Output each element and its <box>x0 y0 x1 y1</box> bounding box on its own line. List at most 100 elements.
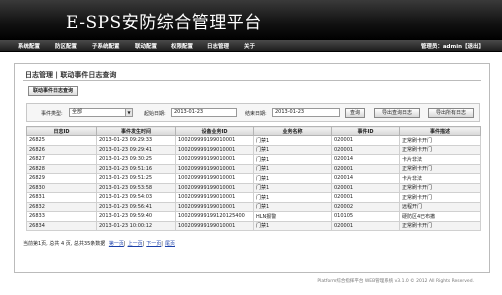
next-page-link[interactable]: 下一页 <box>146 241 161 247</box>
cell-log-id: 26832 <box>26 201 97 212</box>
admin-logout-link[interactable]: 管理员：admin【退出】 <box>421 42 484 50</box>
cell-business-name: 门禁1 <box>253 144 332 155</box>
cell-device-id: 100209999199010001 <box>175 220 254 231</box>
cell-event-desc: 正常刷卡开门 <box>399 182 481 193</box>
first-page-link[interactable]: 第一页 <box>109 241 124 247</box>
pagination-info: 当前第1页, 总共 4 页, 总共35条数据 <box>23 241 106 247</box>
cell-event-time: 2013-01-23 09:56:41 <box>96 201 176 212</box>
start-date-input[interactable]: 2013-01-23 <box>171 108 237 117</box>
table-row[interactable]: 26826 2013-01-23 09:29:41 10020999919901… <box>26 144 481 155</box>
footer-copyright: Platform综合指挥平台 WEB管理系统 v3.1.0 © 2012 All… <box>317 279 474 284</box>
cell-log-id: 26828 <box>26 163 97 174</box>
table-row[interactable]: 26831 2013-01-23 09:54:03 10020999919901… <box>26 192 481 203</box>
cell-event-desc: 正常刷卡开门 <box>399 192 481 203</box>
cell-event-time: 2013-01-23 09:29:33 <box>96 135 176 146</box>
cell-event-time: 2013-01-23 09:51:16 <box>96 163 176 174</box>
linkage-log-query-tab[interactable]: 联动事件日志查询 <box>28 86 79 96</box>
event-log-table: 日志ID 事件发生时间 设备业务ID 业务名称 事件ID 事件描述 26825 … <box>26 126 481 231</box>
cell-event-id: 020001 <box>331 192 400 203</box>
event-type-label: 事件类型: <box>41 111 63 117</box>
col-event-time[interactable]: 事件发生时间 <box>96 126 176 136</box>
breadcrumb: 日志管理 | 联动事件日志查询 <box>25 71 117 79</box>
cell-event-id: 020001 <box>331 144 400 155</box>
cell-device-id: 100209999199010001 <box>175 163 254 174</box>
cell-business-name: 门禁1 <box>253 154 332 165</box>
cell-event-desc: 正常刷卡开门 <box>399 144 481 155</box>
cell-log-id: 26827 <box>26 154 97 165</box>
cell-event-time: 2013-01-23 09:51:25 <box>96 173 176 184</box>
cell-event-time: 2013-01-23 10:00:12 <box>96 220 176 231</box>
cell-device-id: 100209999199010001 <box>175 192 254 203</box>
last-page-link[interactable]: 尾页 <box>165 241 175 247</box>
breadcrumb-divider <box>23 80 481 81</box>
col-business-name[interactable]: 业务名称 <box>253 126 332 136</box>
col-event-id[interactable]: 事件ID <box>331 126 400 136</box>
cell-log-id: 26831 <box>26 192 97 203</box>
main-nav: 系统配置 防区配置 子系统配置 联动配置 权限配置 日志管理 关于 管理员：ad… <box>0 40 502 52</box>
table-row[interactable]: 26828 2013-01-23 09:51:16 10020999919901… <box>26 163 481 174</box>
col-log-id[interactable]: 日志ID <box>26 126 97 136</box>
cell-device-id: 100209999199010001 <box>175 173 254 184</box>
cell-business-name: 门禁1 <box>253 201 332 212</box>
cell-log-id: 26833 <box>26 211 97 222</box>
table-row[interactable]: 26832 2013-01-23 09:56:41 10020999919901… <box>26 201 481 212</box>
cell-business-name: 门禁1 <box>253 220 332 231</box>
cell-device-id: 100209999199010001 <box>175 182 254 193</box>
cell-event-desc: 卡片非法 <box>399 173 481 184</box>
cell-event-time: 2013-01-23 09:29:41 <box>96 144 176 155</box>
cell-event-desc: 卡片非法 <box>399 154 481 165</box>
chevron-down-icon: ▼ <box>125 109 132 116</box>
cell-log-id: 26829 <box>26 173 97 184</box>
cell-event-desc: 正常刷卡开门 <box>399 135 481 146</box>
cell-event-id: 020014 <box>331 173 400 184</box>
end-date-input[interactable]: 2013-01-23 <box>272 108 340 117</box>
table-row[interactable]: 26830 2013-01-23 09:53:58 10020999919901… <box>26 182 481 193</box>
table-row[interactable]: 26834 2013-01-23 10:00:12 10020999919901… <box>26 220 481 231</box>
cell-business-name: 门禁1 <box>253 192 332 203</box>
cell-event-desc: 正常刷卡开门 <box>399 163 481 174</box>
start-date-label: 起始日期: <box>144 111 166 117</box>
nav-linkage-config[interactable]: 联动配置 <box>135 42 157 50</box>
nav-system-config[interactable]: 系统配置 <box>18 42 40 50</box>
export-query-log-button[interactable]: 导出查询日志 <box>374 108 420 118</box>
cell-business-name: 门禁1 <box>253 173 332 184</box>
table-header-row: 日志ID 事件发生时间 设备业务ID 业务名称 事件ID 事件描述 <box>26 126 481 136</box>
cell-event-time: 2013-01-23 09:54:03 <box>96 192 176 203</box>
nav-about[interactable]: 关于 <box>244 42 255 50</box>
event-type-select[interactable]: 全部 ▼ <box>69 108 133 117</box>
cell-event-id: 020001 <box>331 135 400 146</box>
event-type-value: 全部 <box>72 109 83 115</box>
cell-business-name: 门禁1 <box>253 135 332 146</box>
export-all-log-button[interactable]: 导出所有日志 <box>428 108 474 118</box>
pagination: 当前第1页, 总共 4 页, 总共35条数据 第一页| 上一页| 下一页| 尾页 <box>23 241 175 247</box>
end-date-label: 结束日期: <box>245 111 267 117</box>
col-device-id[interactable]: 设备业务ID <box>175 126 254 136</box>
cell-event-id: 020001 <box>331 220 400 231</box>
header-banner: E-SPS安防综合管理平台 <box>0 0 502 40</box>
cell-device-id: 100209999199010001 <box>175 154 254 165</box>
cell-event-desc: 硬防区4已布撤 <box>399 211 481 222</box>
nav-log-management[interactable]: 日志管理 <box>207 42 229 50</box>
nav-subsystem-config[interactable]: 子系统配置 <box>92 42 120 50</box>
cell-device-id: 100209999199010001 <box>175 144 254 155</box>
col-event-desc[interactable]: 事件描述 <box>399 126 481 136</box>
nav-zone-config[interactable]: 防区配置 <box>55 42 77 50</box>
cell-log-id: 26826 <box>26 144 97 155</box>
cell-device-id: 100209999199120125400 <box>175 211 254 222</box>
query-button[interactable]: 查询 <box>345 108 365 118</box>
table-row[interactable]: 26833 2013-01-23 09:59:40 10020999919912… <box>26 211 481 222</box>
cell-event-id: 010105 <box>331 211 400 222</box>
cell-log-id: 26834 <box>26 220 97 231</box>
cell-business-name: 门禁1 <box>253 182 332 193</box>
cell-event-id: 020002 <box>331 201 400 212</box>
table-row[interactable]: 26825 2013-01-23 09:29:33 10020999919901… <box>26 135 481 146</box>
table-row[interactable]: 26829 2013-01-23 09:51:25 10020999919901… <box>26 173 481 184</box>
filter-bar: 事件类型: 全部 ▼ 起始日期: 2013-01-23 结束日期: 2013-0… <box>26 103 480 122</box>
cell-event-time: 2013-01-23 09:30:25 <box>96 154 176 165</box>
cell-log-id: 26830 <box>26 182 97 193</box>
cell-device-id: 100209999199010001 <box>175 201 254 212</box>
table-row[interactable]: 26827 2013-01-23 09:30:25 10020999919901… <box>26 154 481 165</box>
prev-page-link[interactable]: 上一页 <box>128 241 143 247</box>
cell-device-id: 100209999199010001 <box>175 135 254 146</box>
nav-permission-config[interactable]: 权限配置 <box>171 42 193 50</box>
